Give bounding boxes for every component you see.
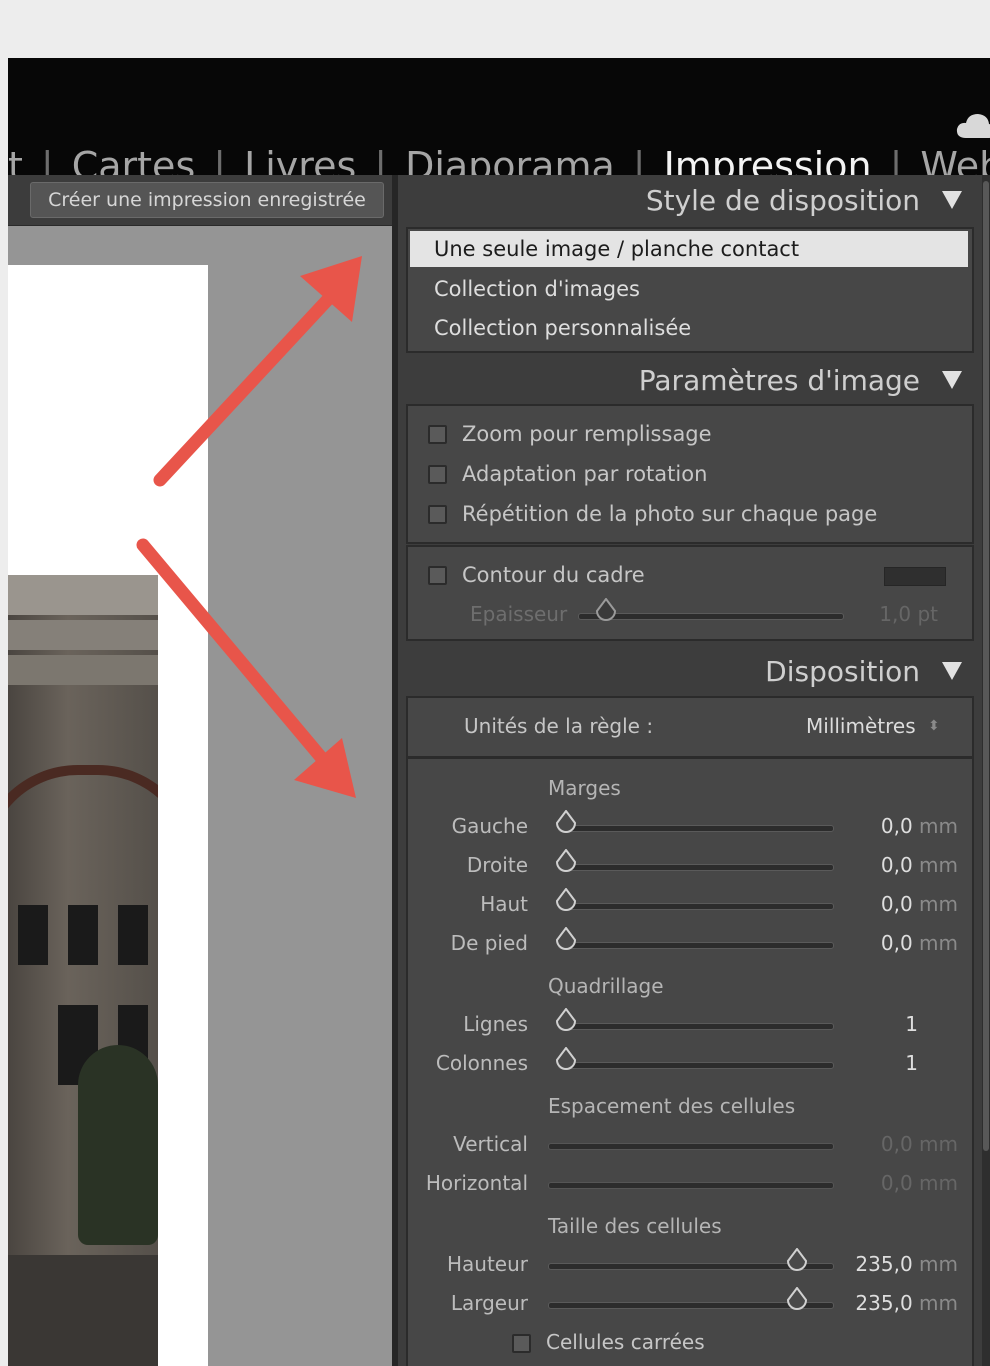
annotation-arrow-down <box>136 538 356 798</box>
annotation-arrow-up <box>153 256 362 487</box>
